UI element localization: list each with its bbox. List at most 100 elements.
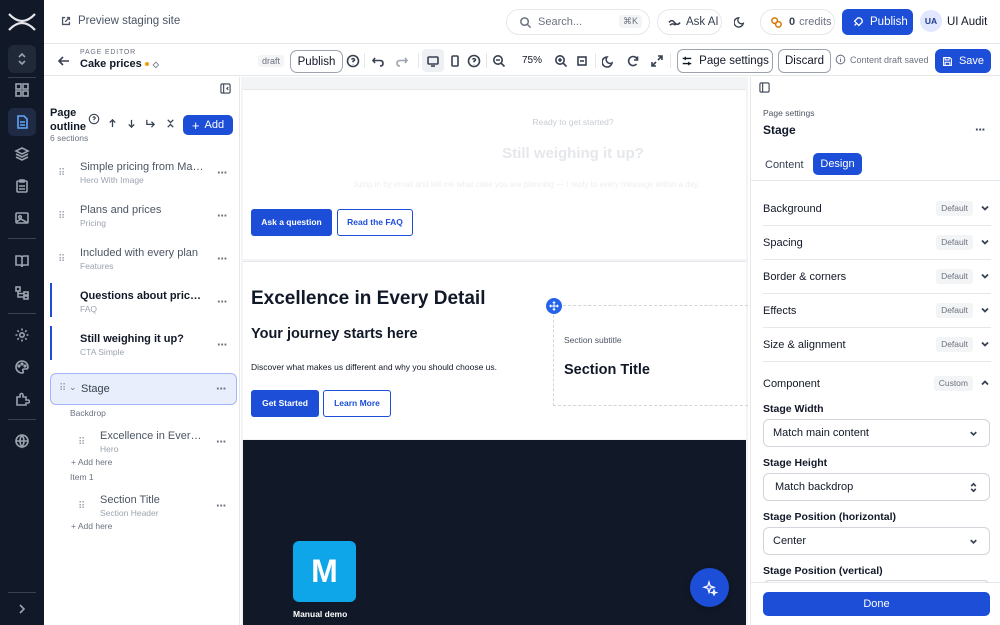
stage-width-select[interactable]: Match main content xyxy=(763,419,990,447)
nest-icon[interactable] xyxy=(145,118,156,132)
stage-pos-h-select[interactable]: Center xyxy=(763,527,990,555)
more-icon[interactable]: ··· xyxy=(217,337,228,352)
clipboard-icon[interactable] xyxy=(8,172,36,200)
outline-item-stage[interactable]: ⠿ ⌄ Stage ··· xyxy=(50,373,237,405)
more-icon[interactable]: ··· xyxy=(217,294,228,309)
book-icon[interactable] xyxy=(8,247,36,275)
pages-icon[interactable] xyxy=(8,108,36,136)
outline-item[interactable]: ⠿ Included with every plan Features ··· xyxy=(50,240,237,280)
accordion-spacing[interactable]: Spacing Default xyxy=(763,226,991,260)
preview-link[interactable]: Preview staging site xyxy=(60,15,180,27)
collapse-all-icon[interactable] xyxy=(165,118,176,132)
user-name[interactable]: UI Audit xyxy=(947,16,987,28)
drag-handle-icon[interactable]: ⠿ xyxy=(58,254,65,265)
ai-sparkle-button[interactable] xyxy=(690,568,729,607)
toggle-panel-icon[interactable] xyxy=(759,82,770,96)
chevron-down-icon[interactable]: ⌄ xyxy=(69,382,77,393)
custom-badge: Custom xyxy=(933,376,973,391)
refresh-icon[interactable] xyxy=(626,49,640,72)
outline-item[interactable]: Still weighing it up? CTA Simple ··· xyxy=(50,326,237,366)
learn-more-button[interactable]: Learn More xyxy=(323,390,391,417)
outline-item[interactable]: ⠿ Simple pricing from Man... Hero With I… xyxy=(50,154,237,194)
outline-title: Page outline xyxy=(50,106,86,134)
move-up-icon[interactable] xyxy=(107,118,118,132)
drag-handle-icon[interactable]: ⠿ xyxy=(58,211,65,222)
dark-section[interactable]: M Manual demo xyxy=(243,440,746,625)
globe-icon[interactable] xyxy=(8,427,36,455)
zoom-out-icon[interactable] xyxy=(492,49,506,72)
app-logo[interactable] xyxy=(6,10,38,34)
undo-icon[interactable] xyxy=(370,49,386,72)
page-settings-button[interactable]: Page settings xyxy=(677,49,773,73)
accordion-size[interactable]: Size & alignment Default xyxy=(763,328,991,362)
avatar[interactable]: UA xyxy=(920,10,942,32)
expand-rail-icon[interactable] xyxy=(8,595,36,623)
zoom-in-icon[interactable] xyxy=(554,49,568,72)
more-icon[interactable]: ··· xyxy=(217,251,228,266)
search-input[interactable]: Search... ⌘K xyxy=(506,9,650,35)
media-icon[interactable] xyxy=(8,204,36,232)
outline-item[interactable]: ⠿ Plans and prices Pricing ··· xyxy=(50,197,237,237)
more-icon[interactable]: ··· xyxy=(216,381,227,396)
add-section-button[interactable]: + Add xyxy=(183,115,233,135)
fullscreen-icon[interactable] xyxy=(650,49,664,72)
stage-section[interactable]: Excellence in Every Detail Your journey … xyxy=(243,261,748,439)
done-button[interactable]: Done xyxy=(763,592,990,616)
ask-ai-button[interactable]: Ask AI xyxy=(657,9,722,35)
mobile-view-icon[interactable] xyxy=(448,49,462,72)
zoom-level[interactable]: 75% xyxy=(522,55,542,66)
desktop-view-icon[interactable] xyxy=(422,49,444,72)
accordion-component[interactable]: Component Custom xyxy=(763,367,991,401)
accordion-effects[interactable]: Effects Default xyxy=(763,294,991,328)
viewport-help-icon[interactable] xyxy=(467,49,481,72)
collapse-panel-icon[interactable] xyxy=(220,83,232,95)
more-icon[interactable]: ··· xyxy=(216,434,227,449)
fit-icon[interactable] xyxy=(575,49,589,72)
get-started-button[interactable]: Get Started xyxy=(251,390,319,417)
more-icon[interactable]: ··· xyxy=(217,208,228,223)
move-down-icon[interactable] xyxy=(126,118,137,132)
cta-section[interactable]: Ready to get started? Still weighing it … xyxy=(243,89,746,259)
panel-more-icon[interactable]: ··· xyxy=(975,122,986,137)
redo-icon[interactable] xyxy=(394,49,410,72)
layers-icon[interactable] xyxy=(8,140,36,168)
palette-icon[interactable] xyxy=(8,353,36,381)
stage-height-value: Match backdrop xyxy=(775,481,854,493)
plugins-icon[interactable] xyxy=(8,385,36,413)
theme-toggle-icon[interactable] xyxy=(733,15,748,29)
tab-design[interactable]: Design xyxy=(813,153,862,175)
add-here-button[interactable]: + Add here xyxy=(71,521,112,531)
outline-help-icon[interactable] xyxy=(88,113,100,128)
stage-height-select[interactable]: Match backdrop xyxy=(763,473,990,501)
page-selector[interactable]: Cake prices ◇ xyxy=(80,58,159,70)
settings-icon[interactable] xyxy=(8,321,36,349)
dashboard-icon[interactable] xyxy=(8,76,36,104)
outline-item-type: FAQ xyxy=(80,304,98,314)
outline-item-title: Simple pricing from Man... xyxy=(80,161,204,173)
more-icon[interactable]: ··· xyxy=(216,498,227,513)
workspace-switcher-icon[interactable] xyxy=(8,45,36,73)
dark-mode-icon[interactable] xyxy=(602,49,616,72)
add-here-button[interactable]: + Add here xyxy=(71,457,112,467)
tab-content[interactable]: Content xyxy=(765,159,804,171)
discard-button[interactable]: Discard xyxy=(778,49,831,73)
drag-handle-icon[interactable]: ⠿ xyxy=(58,168,65,179)
credits-button[interactable]: 0 credits xyxy=(760,9,835,35)
drag-handle-icon[interactable]: ⠿ xyxy=(78,501,85,512)
publish-button[interactable]: Publish xyxy=(290,50,343,73)
help-icon[interactable] xyxy=(346,49,360,72)
save-button[interactable]: Save xyxy=(935,49,991,73)
tree-icon[interactable] xyxy=(8,279,36,307)
read-faq-button[interactable]: Read the FAQ xyxy=(337,209,413,236)
back-arrow-icon[interactable] xyxy=(56,49,72,72)
move-handle-icon[interactable] xyxy=(546,298,562,314)
drag-handle-icon[interactable]: ⠿ xyxy=(78,437,85,448)
accordion-border[interactable]: Border & corners Default xyxy=(763,260,991,294)
section-header-card[interactable]: Section subtitle Section Title xyxy=(553,305,748,406)
accordion-background[interactable]: Background Default xyxy=(763,192,991,226)
ask-question-button[interactable]: Ask a question xyxy=(251,209,332,236)
publish-top-button[interactable]: Publish xyxy=(842,9,913,35)
outline-item[interactable]: Questions about pricing FAQ ··· xyxy=(50,283,237,323)
drag-handle-icon[interactable]: ⠿ xyxy=(59,383,66,394)
more-icon[interactable]: ··· xyxy=(217,165,228,180)
